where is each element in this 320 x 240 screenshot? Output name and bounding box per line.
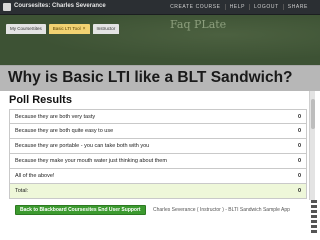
page-title: Why is Basic LTI like a BLT Sandwich?	[8, 69, 293, 86]
tab-my-coursesites[interactable]: My CourseSites	[6, 24, 46, 34]
table-row: Because they make your mouth water just …	[9, 154, 307, 169]
chalkboard-header: Faq PLate My CourseSites Basic LTI Tool ×…	[0, 15, 320, 65]
footer-user-info: Charles Severance ( Instructor ) - BLTI …	[153, 207, 290, 213]
vote-count: 0	[297, 128, 301, 134]
menu-icon	[311, 200, 317, 240]
option-label: All of the above!	[15, 173, 55, 179]
option-label: Because they are both very tasty	[15, 113, 96, 120]
footer: Back to Blackboard Coursesites End User …	[0, 200, 320, 240]
tab-label: Basic LTI Tool	[52, 26, 81, 31]
back-to-blackboard-button[interactable]: Back to Blackboard Coursesites End User …	[15, 205, 146, 215]
share-link[interactable]: SHARE	[284, 4, 312, 10]
table-row: All of the above! 0	[9, 169, 307, 184]
poll-content: Poll Results Because they are both very …	[5, 91, 309, 200]
poll-results-table: Because they are both very tasty 0 Becau…	[9, 109, 307, 199]
close-icon[interactable]: ×	[83, 24, 86, 34]
vote-count: 0	[297, 113, 301, 120]
poll-results-heading: Poll Results	[9, 94, 72, 106]
tab-basic-lti-tool[interactable]: Basic LTI Tool ×	[48, 24, 90, 34]
title-strip: Why is Basic LTI like a BLT Sandwich?	[0, 65, 320, 91]
site-title: Coursesites: Charles Severance	[14, 3, 106, 9]
chalk-decoration: Faq PLate	[170, 18, 227, 31]
scrollbar-thumb[interactable]	[311, 99, 315, 129]
vertical-scrollbar[interactable]	[309, 91, 315, 200]
table-row: Because they are both quite easy to use …	[9, 124, 307, 139]
tab-label: Instructor	[96, 26, 116, 31]
total-label: Total:	[15, 188, 29, 194]
option-label: Because they are portable - you can take…	[15, 143, 150, 149]
tab-label: My CourseSites	[10, 26, 42, 31]
help-link[interactable]: HELP	[226, 4, 251, 10]
option-label: Because they are both quite easy to use	[15, 128, 114, 134]
create-course-link[interactable]: CREATE COURSE	[166, 4, 226, 10]
top-bar: Coursesites: Charles Severance CREATE CO…	[0, 0, 320, 15]
coursesites-logo-icon	[3, 3, 11, 11]
table-row: Because they are portable - you can take…	[9, 139, 307, 154]
table-row: Because they are both very tasty 0	[9, 109, 307, 124]
total-count: 0	[297, 188, 301, 194]
tab-instructor[interactable]: Instructor	[92, 24, 120, 34]
vote-count: 0	[297, 173, 301, 179]
tab-strip: My CourseSites Basic LTI Tool × Instructo…	[6, 24, 120, 34]
vote-count: 0	[297, 143, 301, 149]
total-row: Total: 0	[9, 184, 307, 199]
top-navigation: CREATE COURSE HELP LOGOUT SHARE	[166, 4, 312, 10]
vote-count: 0	[297, 158, 301, 164]
logout-link[interactable]: LOGOUT	[250, 4, 284, 10]
option-label: Because they make your mouth water just …	[15, 158, 167, 164]
